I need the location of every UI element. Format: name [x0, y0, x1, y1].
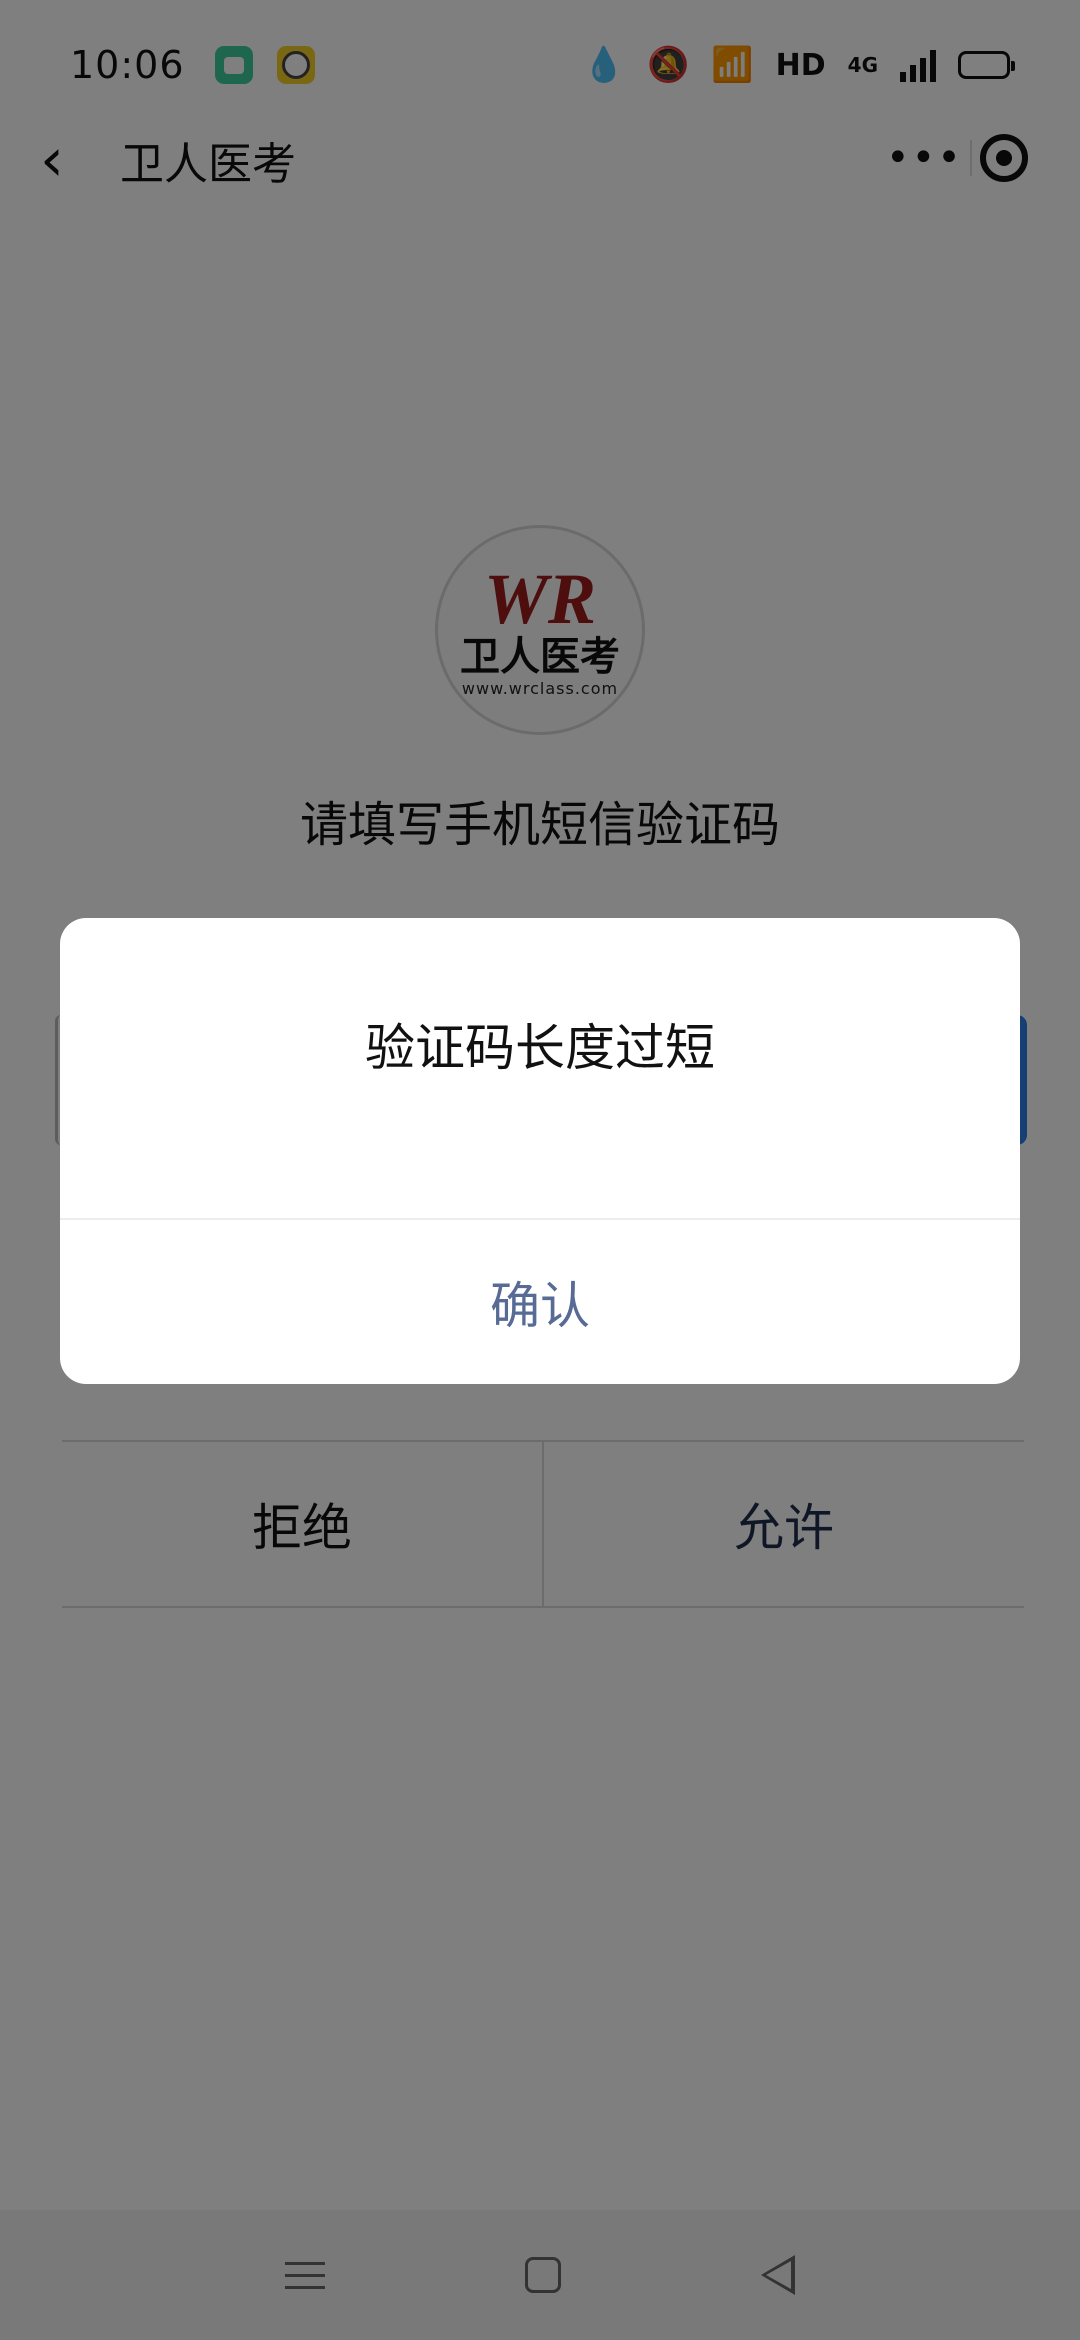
- dialog-message: 验证码长度过短: [365, 1019, 715, 1077]
- dialog-footer: 确认: [60, 1218, 1020, 1384]
- confirm-button[interactable]: 确认: [490, 1266, 590, 1338]
- alert-dialog: 验证码长度过短 确认: [60, 918, 1020, 1384]
- dialog-body: 验证码长度过短: [60, 918, 1020, 1218]
